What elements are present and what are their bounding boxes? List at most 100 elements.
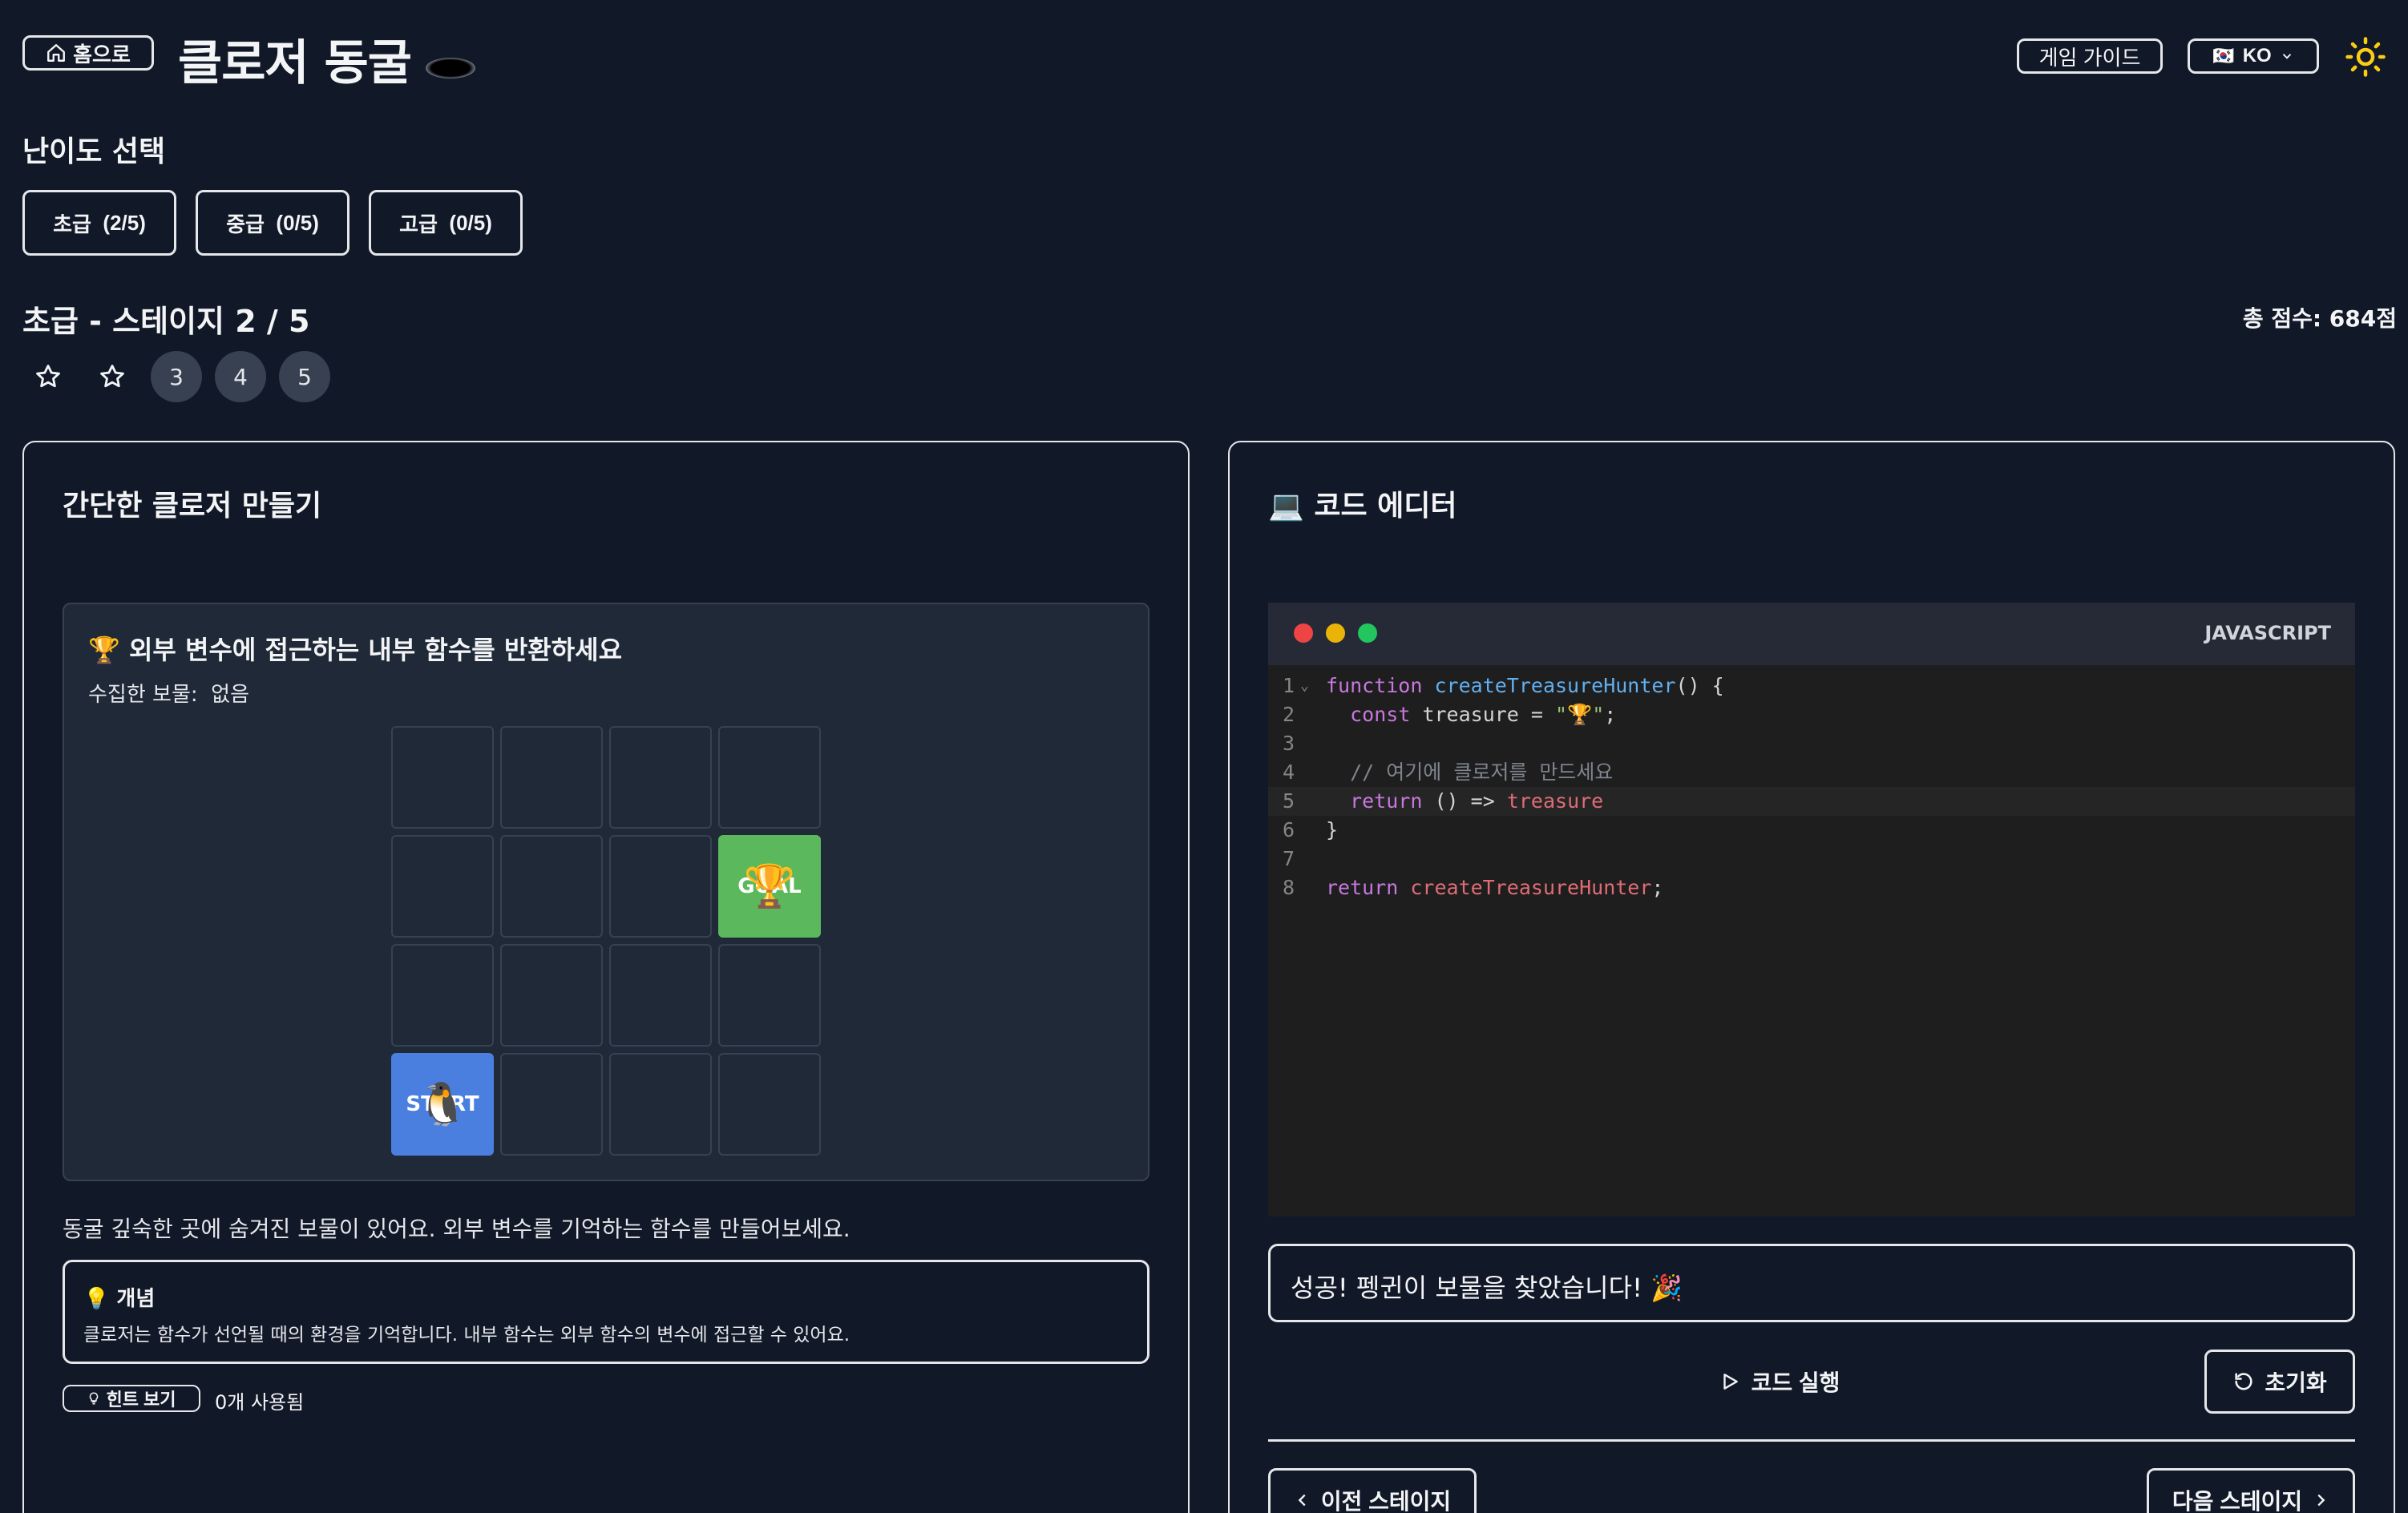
previous-stage-label: 이전 스테이지 xyxy=(1320,1489,1452,1513)
editor-title: 💻 코드 에디터 xyxy=(1268,490,1457,522)
grid-cell xyxy=(718,1053,821,1156)
stage-title: 초급 - 스테이지 2 / 5 xyxy=(22,304,310,339)
start-cell: START 🐧 xyxy=(391,1053,494,1156)
window-minimize-dot xyxy=(1326,623,1345,643)
stage-4-button[interactable]: 4 xyxy=(215,351,266,402)
grid-cell xyxy=(609,726,712,829)
next-stage-button[interactable]: 다음 스테이지 xyxy=(2147,1468,2355,1513)
trophy-icon: 🏆 xyxy=(743,862,796,911)
reset-button[interactable]: 초기화 xyxy=(2204,1350,2355,1414)
home-icon xyxy=(47,44,66,62)
reset-label: 초기화 xyxy=(2265,1370,2327,1395)
code-token: function xyxy=(1326,674,1423,697)
difficulty-label: 초급 xyxy=(53,212,91,236)
line-number: 1 xyxy=(1283,674,1295,697)
challenge-description: 동굴 깊숙한 곳에 숨겨진 보물이 있어요. 외부 변수를 기억하는 함수를 만… xyxy=(63,1216,850,1242)
home-button[interactable]: 홈으로 xyxy=(22,35,154,71)
code-line[interactable]: 3 xyxy=(1268,729,2355,758)
grid-cell xyxy=(500,835,603,938)
code-token: = xyxy=(1530,703,1543,726)
collected-label: 수집한 보물: xyxy=(88,683,198,707)
run-code-label: 코드 실행 xyxy=(1751,1370,1840,1395)
line-number: 6 xyxy=(1283,818,1295,841)
chevron-left-icon xyxy=(1298,1494,1306,1507)
total-score: 총 점수: 684점 xyxy=(2242,305,2397,332)
lightbulb-icon xyxy=(90,1392,99,1405)
stage-1-star-icon[interactable] xyxy=(22,351,74,402)
collected-treasure: 수집한 보물: 없음 xyxy=(88,678,249,708)
code-line[interactable]: 6 } xyxy=(1268,816,2355,845)
concept-text: 클로저는 함수가 선언될 때의 환경을 기억합니다. 내부 함수는 외부 함수의… xyxy=(83,1325,850,1346)
mission-text: 🏆 외부 변수에 접근하는 내부 함수를 반환하세요 xyxy=(88,635,623,665)
concept-box xyxy=(63,1260,1149,1364)
previous-stage-button[interactable]: 이전 스테이지 xyxy=(1268,1468,1477,1513)
code-token: return xyxy=(1350,789,1423,813)
grid-cell xyxy=(500,1053,603,1156)
stage-5-button[interactable]: 5 xyxy=(279,351,330,402)
page-title: 클로저 동굴 xyxy=(178,24,475,94)
game-guide-button[interactable]: 게임 가이드 xyxy=(2017,38,2163,74)
line-number: 2 xyxy=(1283,703,1295,726)
hint-button[interactable]: 힌트 보기 xyxy=(63,1385,200,1412)
penguin-icon: 🐧 xyxy=(416,1080,469,1129)
code-line-active[interactable]: 5 return () => treasure xyxy=(1268,787,2355,816)
grid-cell xyxy=(609,944,712,1047)
difficulty-advanced-button[interactable]: 고급 (0/5) xyxy=(369,190,523,256)
window-maximize-dot xyxy=(1358,623,1377,643)
grid-cell xyxy=(391,835,494,938)
grid-cell xyxy=(500,944,603,1047)
line-number: 5 xyxy=(1283,789,1295,813)
difficulty-progress: (0/5) xyxy=(276,210,319,235)
challenge-title: 간단한 클로저 만들기 xyxy=(63,490,322,522)
fold-chevron-icon[interactable]: ⌄ xyxy=(1300,672,1309,700)
code-token: return xyxy=(1326,876,1399,899)
result-message: 성공! 펭귄이 보물을 찾았습니다! 🎉 xyxy=(1291,1273,1683,1303)
grid-cell xyxy=(609,1053,712,1156)
korea-flag-icon: 🇰🇷 xyxy=(2212,46,2235,66)
code-token: createTreasureHunter xyxy=(1434,674,1676,697)
code-token: () { xyxy=(1675,674,1724,697)
editor-language: JAVASCRIPT xyxy=(2204,622,2331,644)
code-token: const xyxy=(1350,703,1411,726)
line-number: 4 xyxy=(1283,761,1295,784)
grid-cell xyxy=(391,944,494,1047)
home-label: 홈으로 xyxy=(73,42,131,67)
concept-title: 💡 개념 xyxy=(83,1287,156,1311)
grid-cell xyxy=(718,944,821,1047)
difficulty-progress: (2/5) xyxy=(103,210,146,235)
code-token: () => xyxy=(1434,789,1495,813)
code-line[interactable]: 2 const treasure = "🏆"; xyxy=(1268,700,2355,729)
hints-used: 0개 사용됨 xyxy=(215,1391,305,1414)
stage-3-button[interactable]: 3 xyxy=(151,351,202,402)
language-select[interactable]: 🇰🇷 KO xyxy=(2188,38,2319,74)
code-line[interactable]: 8 return createTreasureHunter; xyxy=(1268,874,2355,902)
difficulty-title: 난이도 선택 xyxy=(22,135,166,168)
page-title-text: 클로저 동굴 xyxy=(178,35,412,91)
collected-value: 없음 xyxy=(211,683,249,707)
window-close-dot xyxy=(1294,623,1313,643)
code-token: createTreasureHunter xyxy=(1410,876,1652,899)
code-line[interactable]: 4 // 여기에 클로저를 만드세요 xyxy=(1268,758,2355,787)
code-line[interactable]: 7 xyxy=(1268,845,2355,874)
difficulty-intermediate-button[interactable]: 중급 (0/5) xyxy=(196,190,349,256)
next-stage-label: 다음 스테이지 xyxy=(2172,1489,2303,1513)
grid-cell xyxy=(391,726,494,829)
grid-cell xyxy=(718,726,821,829)
play-icon xyxy=(1723,1374,1738,1390)
grid-cell xyxy=(609,835,712,938)
run-code-button[interactable]: 코드 실행 xyxy=(1659,1362,1900,1401)
difficulty-label: 고급 xyxy=(399,212,438,236)
chevron-right-icon xyxy=(2317,1494,2325,1507)
difficulty-progress: (0/5) xyxy=(449,210,492,235)
difficulty-label: 중급 xyxy=(226,212,265,236)
code-line[interactable]: 1 ⌄ function createTreasureHunter() { xyxy=(1268,672,2355,700)
stage-2-star-icon[interactable] xyxy=(87,351,138,402)
theme-toggle-sun-icon[interactable] xyxy=(2344,35,2387,79)
code-token: "🏆" xyxy=(1555,703,1605,726)
reset-icon xyxy=(2235,1373,2252,1390)
line-number: 3 xyxy=(1283,732,1295,755)
difficulty-basic-button[interactable]: 초급 (2/5) xyxy=(22,190,176,256)
goal-cell: GOAL 🏆 xyxy=(718,835,821,938)
code-token: } xyxy=(1326,818,1339,841)
chevron-down-icon xyxy=(2282,54,2291,59)
